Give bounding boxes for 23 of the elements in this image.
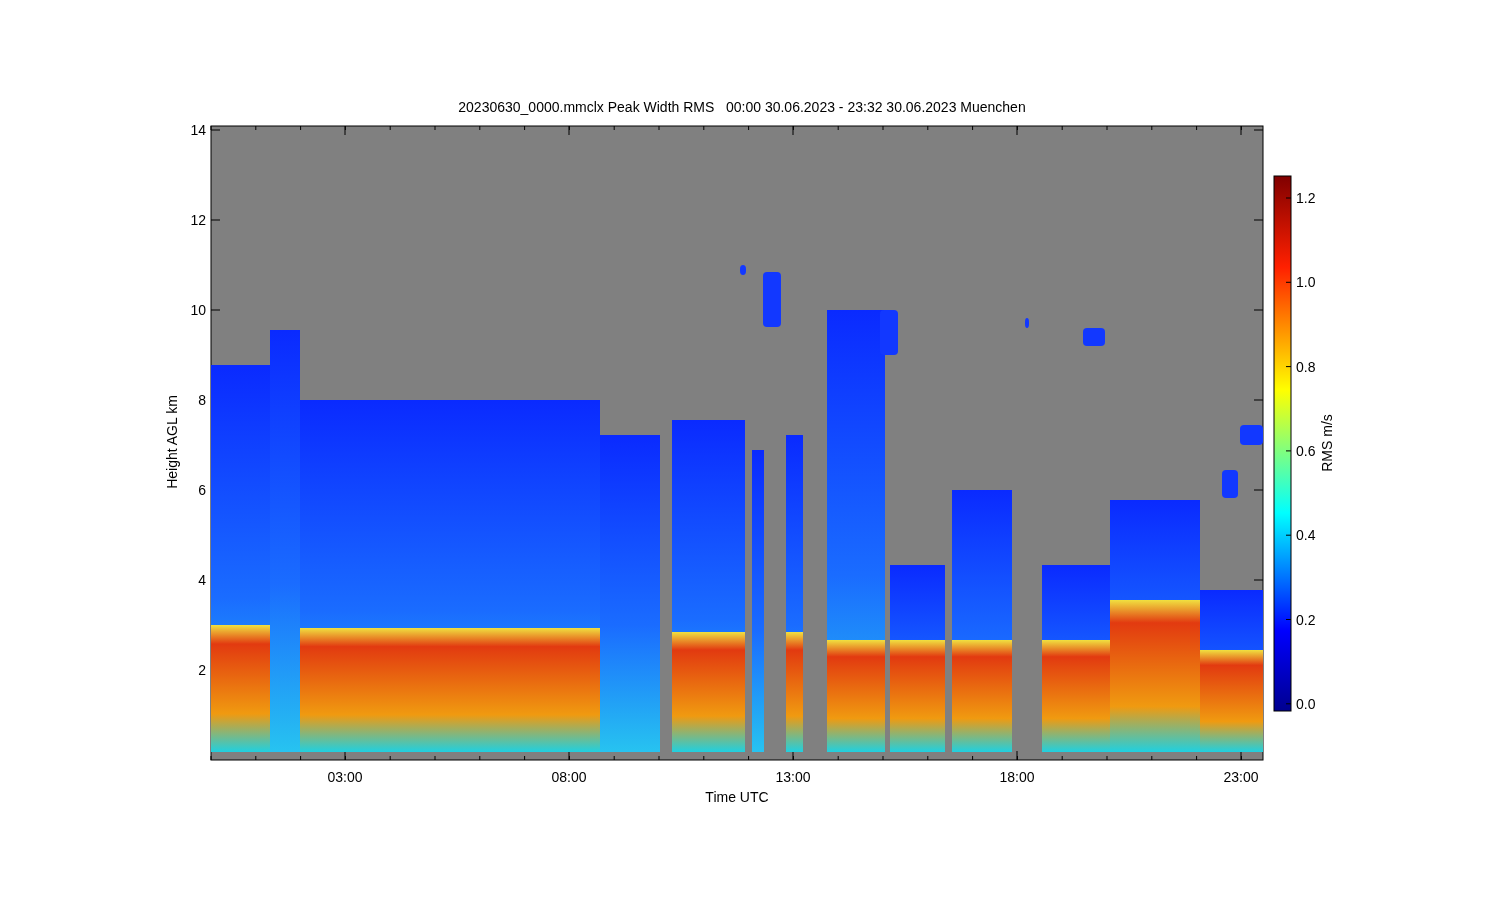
x-tick-label: 08:00 (551, 769, 587, 785)
colorbar-tick-label: 0.6 (1296, 442, 1316, 459)
y-tick-label: 12 (190, 212, 206, 228)
y-tick-label: 14 (190, 122, 206, 138)
y-tick-label: 8 (198, 392, 206, 408)
colorbar-tick-label: 0.2 (1296, 611, 1316, 628)
y-axis-label: Height AGL km (164, 395, 180, 489)
x-tick-label: 03:00 (327, 769, 363, 785)
x-tick-label: 13:00 (775, 769, 811, 785)
y-tick-label: 2 (198, 662, 206, 678)
x-tick-label: 23:00 (1223, 769, 1259, 785)
chart-title: 20230630_0000.mmclx Peak Width RMS 00:00 30.06.2023 - 23:32 30.06.2023 Muenchen (458, 99, 1026, 115)
colorbar-tick-label: 1.2 (1296, 190, 1316, 206)
colorbar-tick-label: 0.0 (1296, 695, 1316, 712)
x-tick-label: 18:00 (999, 769, 1035, 785)
colorbar-tick-label: 0.8 (1296, 358, 1316, 375)
colorbar-label: RMS m/s (1319, 414, 1335, 472)
x-axis-label: Time UTC (705, 789, 769, 805)
y-tick-label: 10 (190, 302, 206, 318)
y-tick-label: 6 (198, 482, 206, 498)
y-tick-label: 4 (198, 572, 206, 588)
colorbar-tick-label: 0.4 (1296, 527, 1316, 544)
colorbar-tick-label: 1.0 (1296, 274, 1316, 291)
